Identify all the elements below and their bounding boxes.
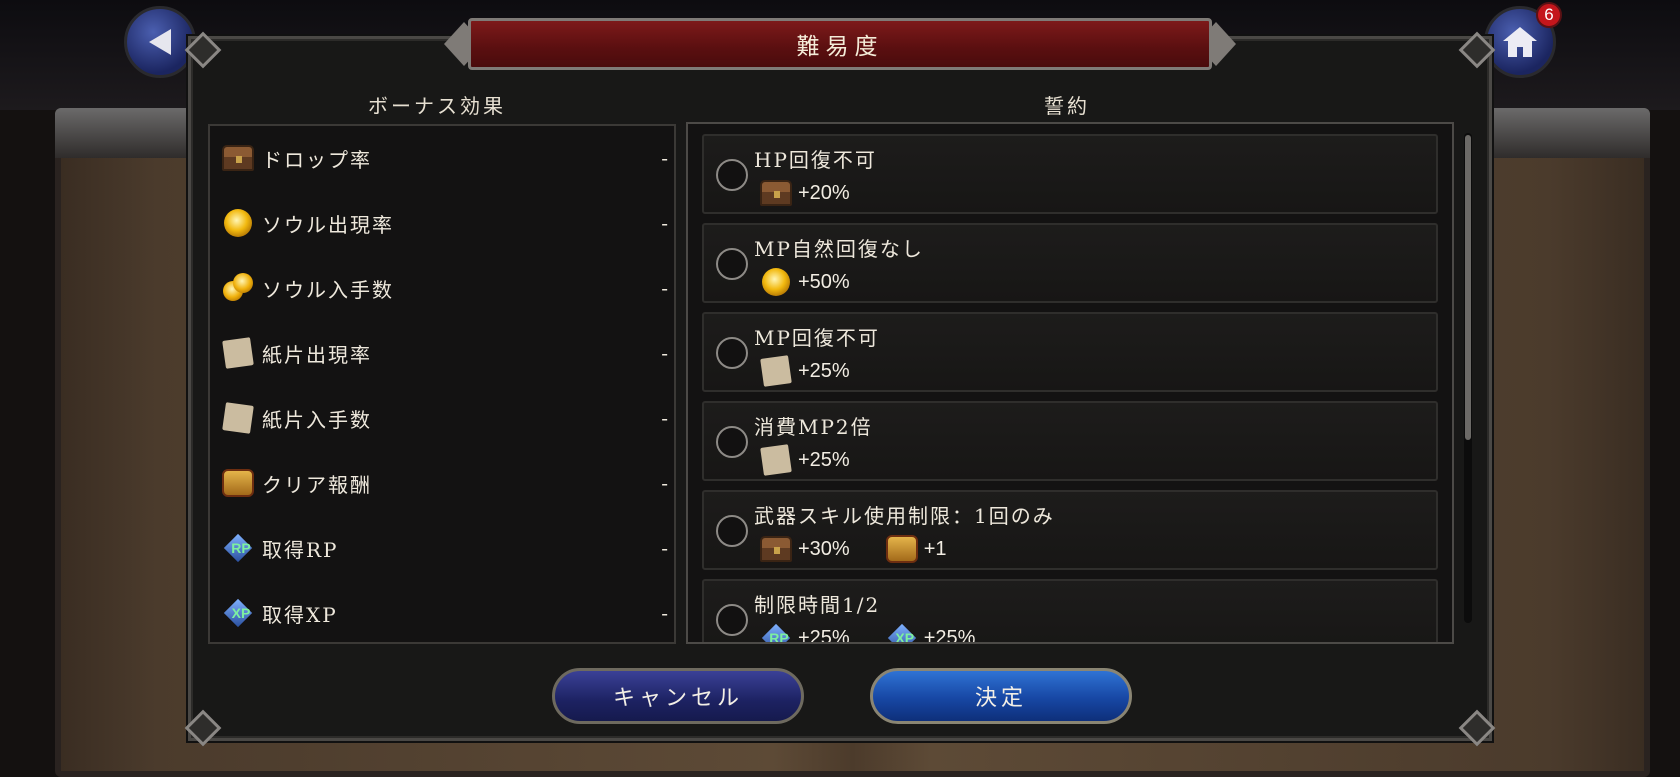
bonus-value: - [661,211,668,235]
vow-item-mp-no-recovery[interactable]: MP回復不可 +25% [702,312,1438,392]
effect-value: +25% [798,626,850,644]
rp-diamond-icon: RP [220,530,256,566]
xp-diamond-icon: XP [884,621,920,642]
treasure-chest-icon [220,140,256,176]
rp-diamond-icon: RP [758,621,794,642]
treasure-chest-icon [758,176,794,210]
xp-diamond-icon: XP [220,595,256,631]
bonus-row-rp: RP 取得RP - [220,528,670,568]
effect-value: +20% [798,181,850,204]
paper-scrap-icon [758,354,794,388]
bonus-label: 取得XP [262,602,338,627]
effect-value: +25% [798,359,850,382]
effect-value: +1 [923,537,947,560]
bonus-label: ドロップ率 [262,147,372,172]
bonus-value: - [661,146,668,170]
bonus-row-soul-rate: ソウル出現率 - [220,203,670,243]
paper-scraps-icon [220,400,256,436]
vow-effects: +25% [758,354,884,388]
bonus-row-soul-count: ソウル入手数 - [220,268,670,308]
vow-effects: +30% +1 [758,532,981,566]
vow-radio[interactable] [716,515,748,547]
golden-chest-icon [884,532,920,566]
golden-chest-icon [220,465,256,501]
bonus-row-paper-count: 紙片入手数 - [220,398,670,438]
paper-scrap-icon [758,443,794,477]
vow-effects: +20% [758,176,884,210]
home-icon [1503,27,1537,57]
bonus-label: クリア報酬 [262,472,372,497]
back-arrow-icon [149,29,171,55]
cancel-button[interactable]: キャンセル [552,668,804,724]
bonus-row-xp: XP 取得XP - [220,593,670,633]
vow-radio[interactable] [716,426,748,458]
vow-radio[interactable] [716,159,748,191]
notification-badge: 6 [1536,2,1562,28]
vow-list[interactable]: HP回復不可 +20% MP自然回復なし +50% MP回復不可 +25% 消費… [686,122,1454,644]
soul-orbs-icon [220,270,256,306]
bonus-value: - [661,601,668,625]
vow-title: 制限時間1/2 [754,593,881,617]
vow-item-hp-no-recovery[interactable]: HP回復不可 +20% [702,134,1438,214]
bonus-row-clear-reward: クリア報酬 - [220,463,670,503]
effect-value: +50% [798,270,850,293]
vow-effects: RP +25% XP +25% [758,621,1009,644]
dialog-title: 難易度 [796,34,884,60]
bonus-heading: ボーナス効果 [368,94,506,118]
vow-radio[interactable] [716,248,748,280]
effect-value: +30% [798,537,850,560]
soul-orb-icon [758,265,794,299]
vow-title: HP回復不可 [754,148,877,172]
effect-value: +25% [923,626,976,644]
vow-heading: 誓約 [1044,94,1090,118]
vow-item-double-mp-cost[interactable]: 消費MP2倍 +25% [702,401,1438,481]
treasure-chest-icon [758,532,794,566]
vow-radio[interactable] [716,604,748,636]
confirm-button[interactable]: 決定 [870,668,1132,724]
vow-item-mp-no-natural-recovery[interactable]: MP自然回復なし +50% [702,223,1438,303]
bonus-row-drop-rate: ドロップ率 - [220,138,670,178]
back-button[interactable] [124,6,196,78]
vow-title: MP自然回復なし [754,237,924,261]
bonus-value: - [661,406,668,430]
vow-title: MP回復不可 [754,326,880,350]
bonus-label: 紙片出現率 [262,342,372,367]
vow-item-half-time-limit[interactable]: 制限時間1/2 RP +25% XP +25% [702,579,1438,644]
vow-title: 武器スキル使用制限：1回のみ [754,504,1055,528]
effect-value: +25% [798,448,850,471]
vow-radio[interactable] [716,337,748,369]
soul-orb-icon [220,205,256,241]
bonus-label: ソウル出現率 [262,212,394,237]
bonus-row-paper-rate: 紙片出現率 - [220,333,670,373]
vow-effects: +25% [758,443,884,477]
bonus-label: 取得RP [262,537,339,562]
bonus-value: - [661,471,668,495]
vow-scrollbar-thumb[interactable] [1465,135,1471,440]
vow-effects: +50% [758,265,884,299]
bonus-list: ドロップ率 - ソウル出現率 - ソウル入手数 - 紙片出現率 - 紙片入手数 … [208,124,676,644]
dialog-title-bar: 難易度 [468,18,1212,70]
paper-scrap-icon [220,335,256,371]
bonus-value: - [661,341,668,365]
bonus-label: 紙片入手数 [262,407,372,432]
vow-item-weapon-skill-limit[interactable]: 武器スキル使用制限：1回のみ +30% +1 [702,490,1438,570]
bonus-value: - [661,536,668,560]
vow-title: 消費MP2倍 [754,415,873,439]
bonus-value: - [661,276,668,300]
bonus-label: ソウル入手数 [262,277,394,302]
